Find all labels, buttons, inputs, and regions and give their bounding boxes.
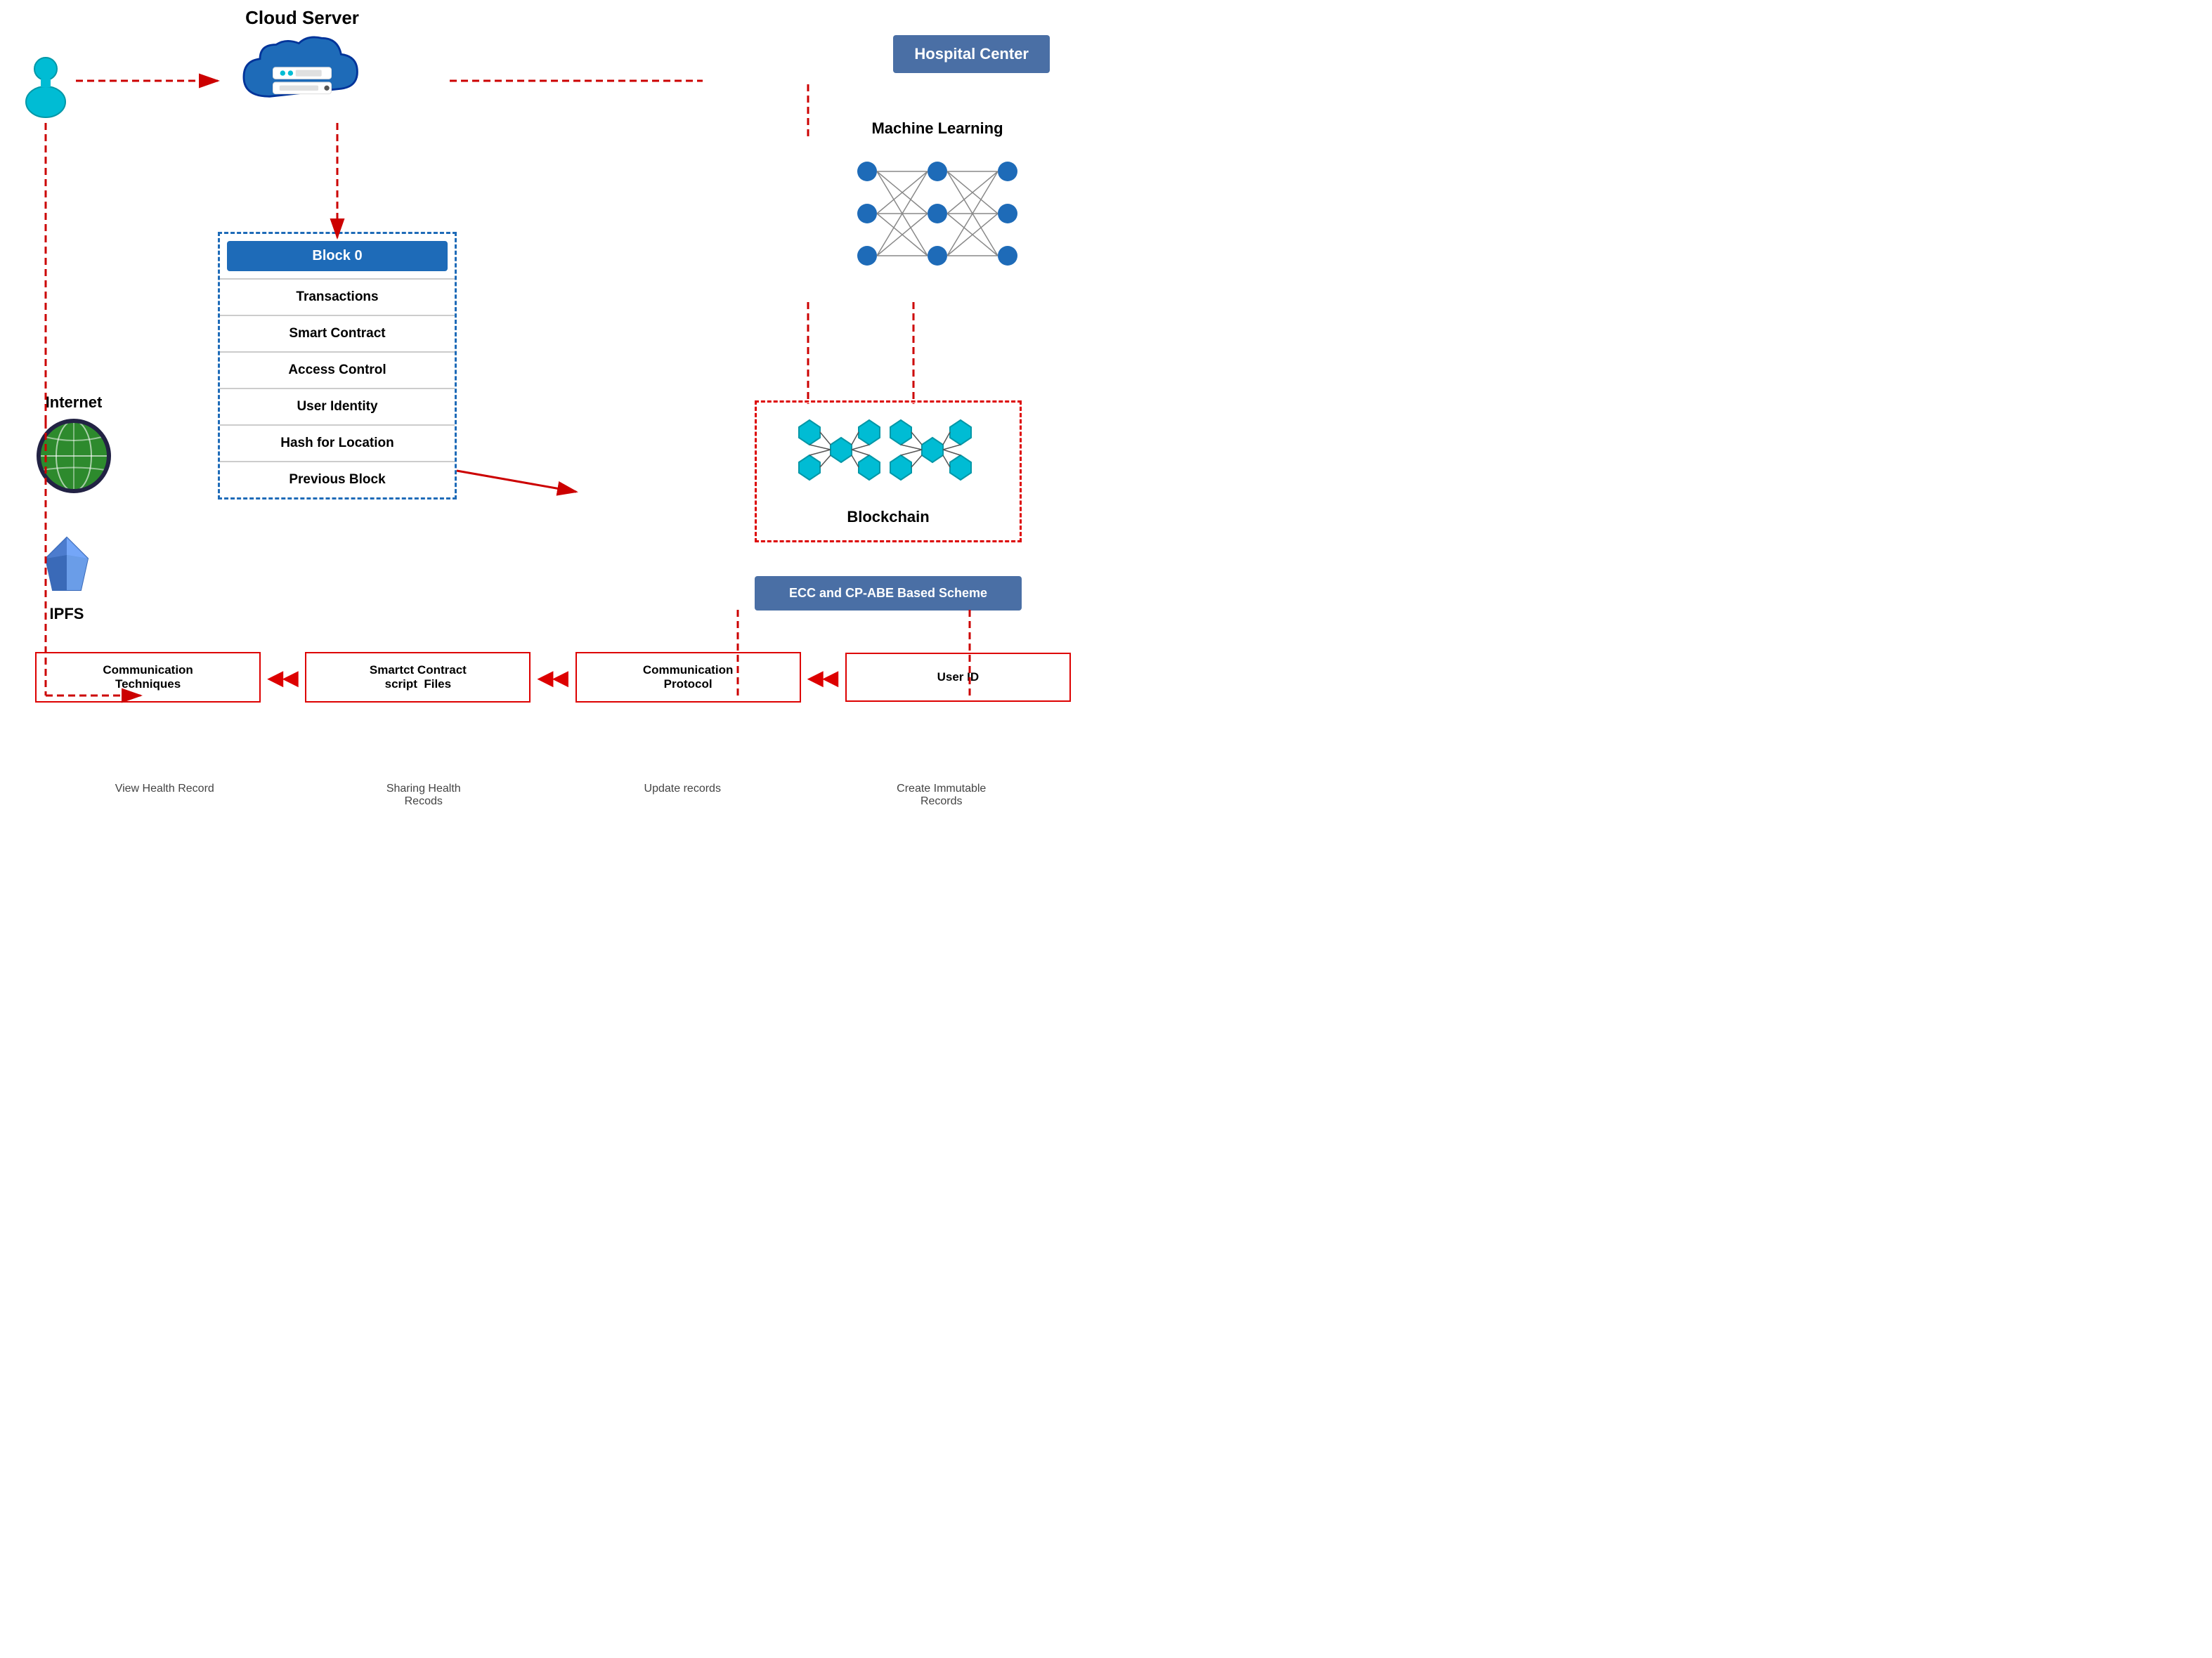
label-view-health: View Health Record (35, 783, 294, 808)
block-header: Block 0 (227, 241, 448, 271)
cloud-icon (225, 32, 379, 116)
user-id-label: User ID (937, 670, 980, 684)
arrow-3: ◀◀ (808, 666, 838, 689)
cloud-server-title: Cloud Server (225, 7, 379, 29)
bottom-labels: View Health Record Sharing HealthRecods … (35, 783, 1071, 808)
ecc-box: ECC and CP-ABE Based Scheme (755, 576, 1022, 611)
block-row-previous-block: Previous Block (220, 461, 455, 497)
blockchain-area: Blockchain (755, 400, 1022, 542)
arrow-1: ◀◀ (268, 666, 298, 689)
hospital-center-label: Hospital Center (914, 45, 1029, 63)
neural-network-diagram (839, 143, 1036, 284)
cloud-server-area: Cloud Server (225, 7, 379, 119)
communication-protocol-box: CommunicationProtocol (575, 652, 801, 703)
label-sharing-health: Sharing HealthRecods (294, 783, 554, 808)
block-row-hash-location: Hash for Location (220, 424, 455, 461)
arrow-2: ◀◀ (538, 666, 568, 689)
block-row-smart-contract: Smart Contract (220, 315, 455, 351)
communication-techniques-label: CommunicationTechniques (103, 663, 193, 691)
communication-protocol-label: CommunicationProtocol (643, 663, 733, 691)
ipfs-icon (39, 534, 95, 597)
blockchain-title: Blockchain (771, 508, 1006, 526)
bottom-boxes: CommunicationTechniques ◀◀ Smartct Contr… (35, 652, 1071, 703)
label-create-immutable: Create ImmutableRecords (812, 783, 1072, 808)
machine-learning-area: Machine Learning (839, 119, 1036, 284)
internet-icon (35, 417, 112, 495)
ecc-label: ECC and CP-ABE Based Scheme (789, 586, 987, 600)
block-container: Block 0 Transactions Smart Contract Acce… (218, 232, 457, 500)
ipfs-title: IPFS (39, 605, 95, 623)
machine-learning-title: Machine Learning (839, 119, 1036, 138)
block-row-transactions: Transactions (220, 278, 455, 315)
label-update-records: Update records (553, 783, 812, 808)
ipfs-area: IPFS (39, 534, 95, 623)
smart-contract-files-label: Smartct Contractscript Files (370, 663, 467, 691)
internet-area: Internet (35, 393, 112, 498)
person-icon (21, 56, 70, 123)
diagram-container: Cloud Server Hospital Center Machine Lea… (0, 0, 1106, 829)
user-id-box: User ID (845, 653, 1071, 702)
communication-techniques-box: CommunicationTechniques (35, 652, 261, 703)
smart-contract-files-box: Smartct Contractscript Files (305, 652, 531, 703)
block-row-access-control: Access Control (220, 351, 455, 388)
block-row-user-identity: User Identity (220, 388, 455, 424)
internet-title: Internet (35, 393, 112, 412)
hospital-center-box: Hospital Center (893, 35, 1050, 73)
blockchain-nodes-diagram (771, 417, 1010, 501)
